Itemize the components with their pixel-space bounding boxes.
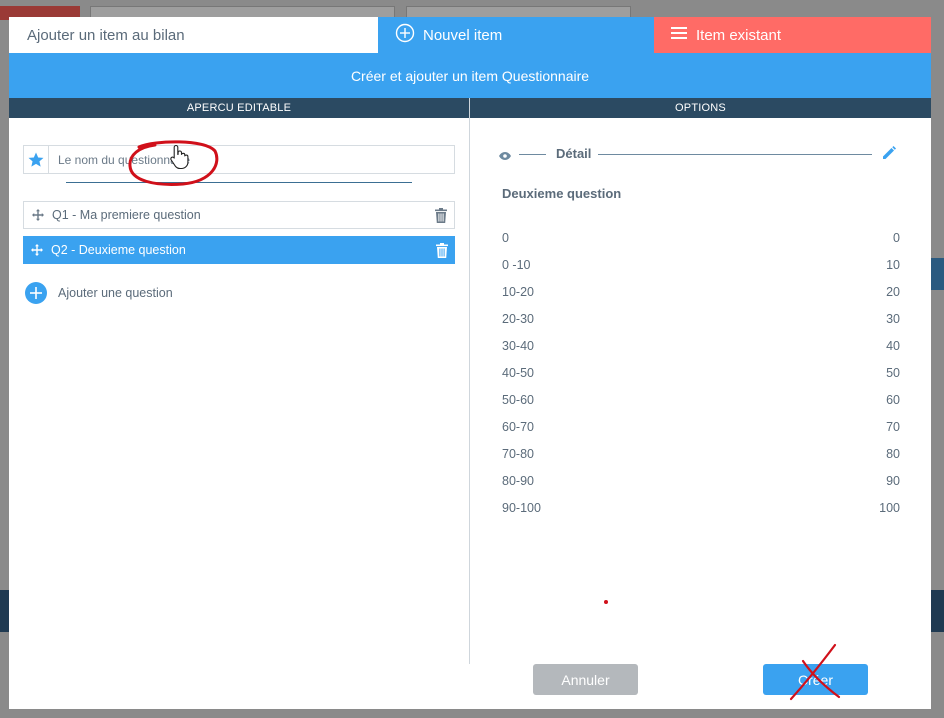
answer-option-label: 40-50 [502, 365, 534, 380]
background-strip [930, 258, 944, 290]
pencil-icon[interactable] [882, 146, 896, 165]
answer-option-label: 20-30 [502, 311, 534, 326]
answer-option-row: 40-50 50 [502, 359, 900, 386]
add-question-button[interactable]: Ajouter une question [25, 282, 173, 304]
annotation-dot [604, 600, 608, 604]
question-item-q1[interactable]: Q1 - Ma premiere question [23, 201, 455, 229]
answer-option-label: 70-80 [502, 446, 534, 461]
question-item-q2[interactable]: Q2 - Deuxieme question [23, 236, 455, 264]
create-item-modal: Ajouter un item au bilan Nouvel item Ite… [9, 17, 931, 709]
answer-options-list: 000 -10 10 10-20 20 20-30 30 30-40 40 40-50 50 50-… [502, 224, 900, 521]
star-icon [24, 146, 49, 173]
answer-option-label: 50-60 [502, 392, 534, 407]
answer-option-label: 60-70 [502, 419, 534, 434]
section-header-options: OPTIONS [470, 98, 931, 118]
modal-banner: Créer et ajouter un item Questionnaire [9, 53, 931, 98]
answer-option-label: 10-20 [502, 284, 534, 299]
tab-new-item[interactable]: Nouvel item [378, 17, 654, 53]
answer-option-row: 00 [502, 224, 900, 251]
name-underline [66, 182, 412, 183]
answer-option-label: 80-90 [502, 473, 534, 488]
section-header-preview: APERCU EDITABLE [9, 98, 469, 118]
answer-option-value: 100 [879, 500, 900, 515]
answer-option-row: 30-40 40 [502, 332, 900, 359]
plus-icon [25, 282, 47, 304]
move-icon[interactable] [24, 209, 52, 221]
questionnaire-name-field [23, 145, 455, 174]
answer-option-label: 30-40 [502, 338, 534, 353]
question-label: Q1 - Ma premiere question [52, 208, 201, 222]
create-button[interactable]: Créer [763, 664, 868, 695]
menu-icon [670, 26, 696, 44]
detail-header: Détail [499, 145, 899, 163]
detail-line [519, 154, 546, 155]
questionnaire-name-input[interactable] [49, 146, 454, 173]
eye-icon[interactable] [499, 148, 511, 166]
answer-option-value: 60 [886, 392, 900, 407]
answer-option-value: 90 [886, 473, 900, 488]
answer-option-row: 90-100 100 [502, 494, 900, 521]
answer-option-value: 10 [886, 257, 900, 272]
answer-option-value: 30 [886, 311, 900, 326]
answer-option-row: 20-30 30 [502, 305, 900, 332]
tab-new-item-label: Nouvel item [423, 26, 503, 44]
modal-tabs: Ajouter un item au bilan Nouvel item Ite… [9, 17, 931, 53]
answer-option-value: 80 [886, 446, 900, 461]
answer-option-value: 50 [886, 365, 900, 380]
answer-option-row: 70-80 80 [502, 440, 900, 467]
answer-option-row: 80-90 90 [502, 467, 900, 494]
answer-option-label: 0 [502, 230, 509, 245]
detail-label: Détail [556, 146, 592, 161]
answer-option-value: 20 [886, 284, 900, 299]
answer-option-row: 10-20 20 [502, 278, 900, 305]
answer-option-label: 90-100 [502, 500, 541, 515]
tab-existing-item[interactable]: Item existant [654, 17, 931, 53]
detail-line [598, 154, 872, 155]
answer-option-row: 60-70 70 [502, 413, 900, 440]
answer-option-row: 0 -10 10 [502, 251, 900, 278]
modal-title: Ajouter un item au bilan [9, 17, 378, 53]
answer-option-label: 0 -10 [502, 257, 531, 272]
answer-option-row: 50-60 60 [502, 386, 900, 413]
add-question-label: Ajouter une question [58, 286, 173, 300]
options-question-title: Deuxieme question [502, 186, 622, 201]
panel-divider [469, 98, 470, 664]
tab-existing-item-label: Item existant [696, 26, 782, 44]
move-icon[interactable] [23, 244, 51, 256]
answer-option-value: 0 [893, 230, 900, 245]
trash-icon[interactable] [429, 242, 455, 258]
answer-option-value: 40 [886, 338, 900, 353]
plus-circle-icon [395, 23, 423, 47]
hand-cursor-icon [170, 144, 189, 170]
question-label: Q2 - Deuxieme question [51, 243, 186, 257]
trash-icon[interactable] [428, 207, 454, 223]
answer-option-value: 70 [886, 419, 900, 434]
cancel-button[interactable]: Annuler [533, 664, 638, 695]
